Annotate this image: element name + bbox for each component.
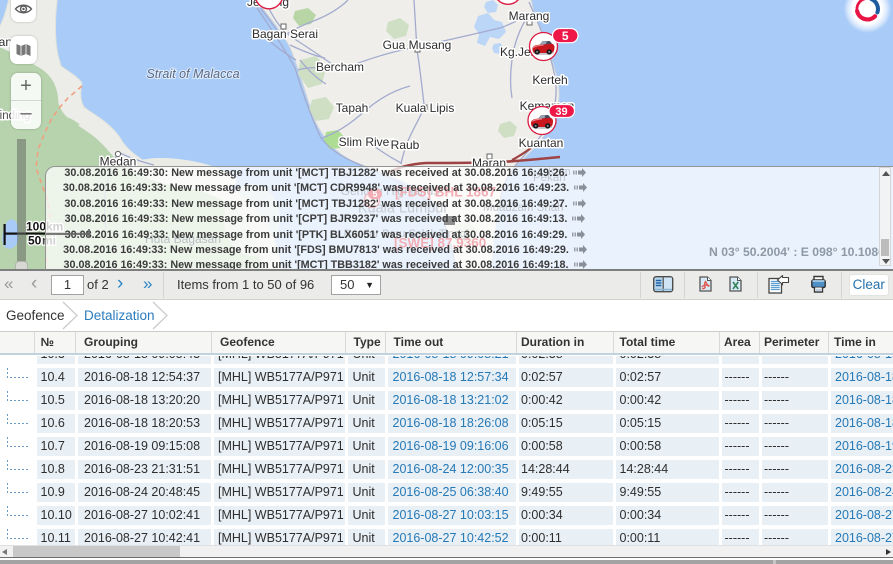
svg-text:39: 39 [555,106,567,118]
svg-text:5: 5 [562,29,569,43]
